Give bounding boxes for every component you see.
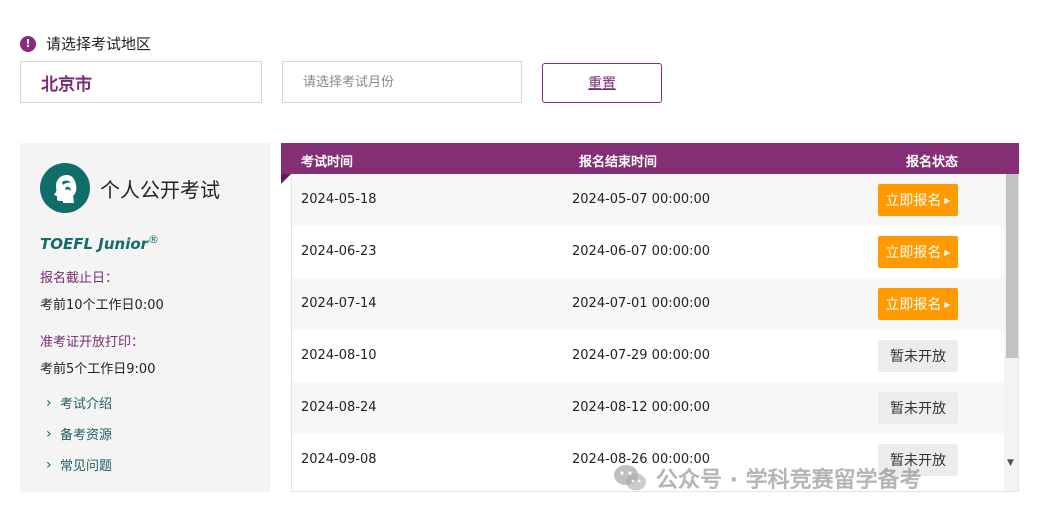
header-exam-date: 考试时间 bbox=[301, 155, 354, 170]
table-row: 2024-08-24 2024-08-12 00:00:00 暂未开放 bbox=[292, 382, 1004, 434]
deadline-label: 报名截止日： bbox=[40, 271, 119, 286]
table-header: 考试时间 报名结束时间 报名状态 bbox=[281, 143, 1019, 174]
register-label: 立即报名 bbox=[885, 193, 942, 209]
register-now-button[interactable]: 立即报名 ▶ bbox=[878, 184, 958, 216]
caret-right-icon: ▶ bbox=[944, 299, 951, 309]
exam-date: 2024-09-08 bbox=[301, 452, 377, 467]
chevron-right-icon: › bbox=[46, 425, 52, 442]
header-registration-status: 报名状态 bbox=[906, 155, 959, 170]
link-exam-intro[interactable]: › 考试介绍 bbox=[46, 393, 250, 413]
region-select-value: 北京市 bbox=[41, 74, 92, 95]
wechat-icon bbox=[614, 465, 646, 491]
table-row: 2024-05-18 2024-05-07 00:00:00 立即报名 ▶ bbox=[292, 174, 1004, 226]
table-row: 2024-08-10 2024-07-29 00:00:00 暂未开放 bbox=[292, 330, 1004, 382]
chevron-right-icon: › bbox=[46, 394, 52, 411]
registration-end: 2024-06-07 00:00:00 bbox=[572, 244, 711, 259]
link-label: 常见问题 bbox=[60, 459, 113, 474]
register-label: 立即报名 bbox=[885, 245, 942, 261]
register-now-button[interactable]: 立即报名 ▶ bbox=[878, 236, 958, 268]
exam-date: 2024-05-18 bbox=[301, 192, 377, 207]
link-label: 备考资源 bbox=[60, 428, 113, 443]
caret-right-icon: ▶ bbox=[944, 195, 951, 205]
profile-head-icon bbox=[40, 163, 90, 213]
region-prompt: ! 请选择考试地区 bbox=[20, 33, 151, 54]
header-fold-decoration bbox=[281, 174, 291, 184]
brand-name: TOEFL Junior® bbox=[40, 233, 250, 253]
registered-mark: ® bbox=[148, 233, 160, 246]
registration-end: 2024-08-12 00:00:00 bbox=[572, 400, 711, 415]
caret-right-icon: ▶ bbox=[944, 247, 951, 257]
sidebar-links: › 考试介绍 › 备考资源 › 常见问题 bbox=[40, 393, 250, 475]
alert-icon: ! bbox=[20, 35, 36, 52]
exam-date: 2024-08-10 bbox=[301, 348, 377, 363]
chevron-right-icon: › bbox=[46, 456, 52, 473]
table-row: 2024-06-23 2024-06-07 00:00:00 立即报名 ▶ bbox=[292, 226, 1004, 278]
not-open-badge: 暂未开放 bbox=[878, 392, 958, 424]
wechat-watermark: 公众号 · 学科竞赛留学备考 bbox=[612, 462, 922, 494]
region-select[interactable]: 北京市 bbox=[20, 61, 262, 103]
brand-text: TOEFL Junior bbox=[40, 235, 149, 253]
region-prompt-text: 请选择考试地区 bbox=[46, 35, 152, 53]
deadline-value: 考前10个工作日0:00 bbox=[40, 298, 164, 313]
admission-label: 准考证开放打印： bbox=[40, 335, 145, 350]
link-prep-resources[interactable]: › 备考资源 bbox=[46, 424, 250, 444]
reset-button[interactable]: 重置 bbox=[542, 63, 662, 103]
exam-date: 2024-06-23 bbox=[301, 244, 377, 259]
registration-end: 2024-07-01 00:00:00 bbox=[572, 296, 711, 311]
exam-date: 2024-07-14 bbox=[301, 296, 377, 311]
scroll-down-icon[interactable]: ▼ bbox=[1007, 458, 1014, 468]
panel-header: 个人公开考试 bbox=[40, 163, 250, 213]
exam-date: 2024-08-24 bbox=[301, 400, 377, 415]
registration-end: 2024-05-07 00:00:00 bbox=[572, 192, 711, 207]
scrollbar-thumb[interactable] bbox=[1006, 174, 1018, 358]
table-body: 2024-05-18 2024-05-07 00:00:00 立即报名 ▶ 202… bbox=[291, 174, 1019, 492]
link-label: 考试介绍 bbox=[60, 397, 113, 412]
exam-schedule-table: 考试时间 报名结束时间 报名状态 2024-05-18 2024-05-07 0… bbox=[281, 143, 1019, 492]
panel-title: 个人公开考试 bbox=[100, 177, 220, 202]
admission-value: 考前5个工作日9:00 bbox=[40, 362, 156, 377]
register-label: 立即报名 bbox=[885, 297, 942, 313]
table-scrollbar[interactable]: ▼ bbox=[1004, 174, 1018, 491]
registration-end: 2024-07-29 00:00:00 bbox=[572, 348, 711, 363]
month-input[interactable] bbox=[282, 61, 522, 103]
register-now-button[interactable]: 立即报名 ▶ bbox=[878, 288, 958, 320]
not-open-badge: 暂未开放 bbox=[878, 340, 958, 372]
link-faq[interactable]: › 常见问题 bbox=[46, 455, 250, 475]
table-row: 2024-07-14 2024-07-01 00:00:00 立即报名 ▶ bbox=[292, 278, 1004, 330]
header-registration-end: 报名结束时间 bbox=[579, 155, 658, 170]
exam-info-panel: 个人公开考试 TOEFL Junior® 报名截止日： 考前10个工作日0:00… bbox=[20, 143, 270, 492]
watermark-text: 公众号 · 学科竞赛留学备考 bbox=[656, 468, 922, 493]
